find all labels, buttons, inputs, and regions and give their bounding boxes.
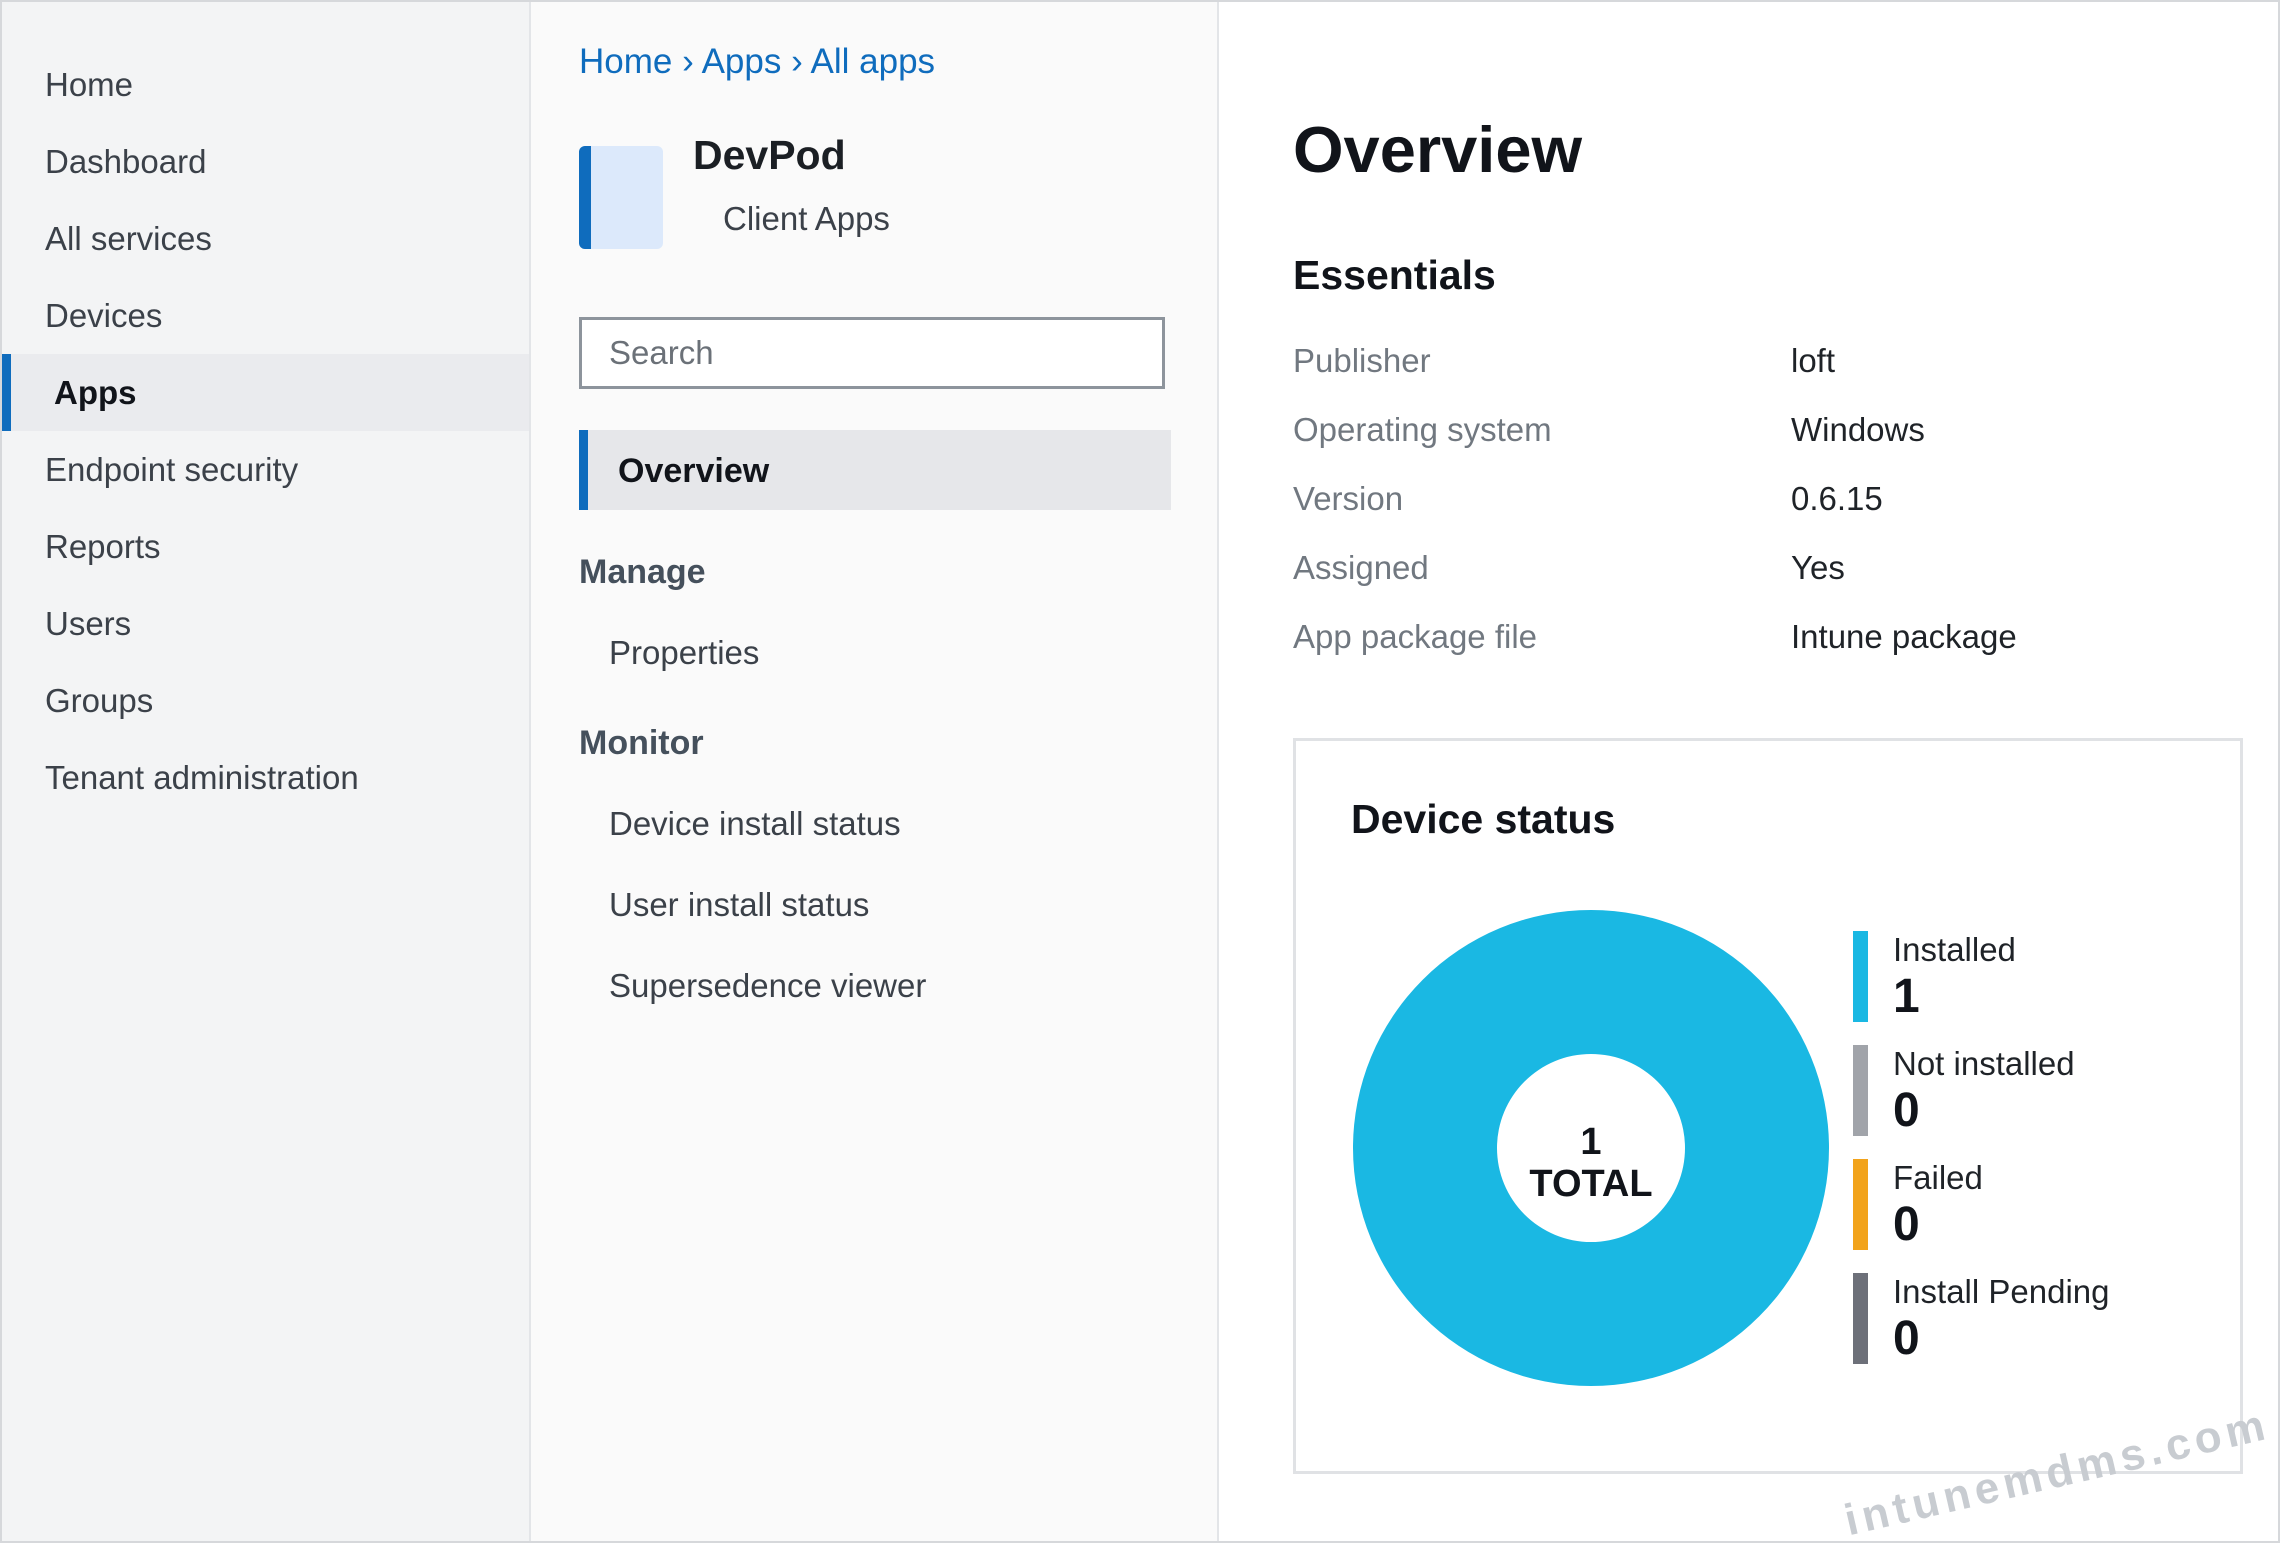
menu-item-label: Overview: [618, 452, 770, 490]
breadcrumb-link-apps[interactable]: Apps: [702, 42, 782, 81]
essentials-value: Yes: [1791, 549, 1845, 586]
essentials-key: Assigned: [1293, 549, 1429, 586]
search-input[interactable]: [582, 320, 1162, 386]
nav-item-all-services[interactable]: All services: [2, 200, 529, 277]
search-box: [579, 317, 1165, 389]
page-title: Overview: [1293, 113, 1583, 186]
active-indicator: [579, 430, 588, 510]
essentials-key: Version: [1293, 480, 1404, 517]
essentials-row-assigned: Assigned Yes: [1293, 549, 2193, 599]
breadcrumb: Home › Apps › All apps: [579, 42, 935, 82]
essentials-row-publisher: Publisher loft: [1293, 342, 2193, 392]
essentials-row-operating-system: Operating system Windows: [1293, 411, 2193, 461]
nav-item-label: Endpoint security: [45, 450, 299, 488]
nav-item-label: Apps: [54, 373, 137, 411]
legend-item-installed[interactable]: Installed 1: [1853, 931, 2213, 1023]
essentials-heading: Essentials: [1293, 252, 1496, 298]
legend-swatch: [1853, 1045, 1868, 1136]
app-icon: [579, 146, 663, 249]
left-navigation: Home Dashboard All services Devices Apps…: [2, 2, 531, 1541]
legend-value: 0: [1893, 1312, 1920, 1365]
menu-item-user-install-status[interactable]: User install status: [609, 886, 869, 924]
nav-item-users[interactable]: Users: [2, 585, 529, 662]
donut-total-label: TOTAL: [1529, 1163, 1652, 1205]
essentials-key: Operating system: [1293, 411, 1552, 448]
essentials-value: loft: [1791, 342, 1836, 379]
app-blade-menu: Home › Apps › All apps DevPod Client App…: [531, 2, 1219, 1541]
essentials-row-version: Version 0.6.15: [1293, 480, 2193, 530]
legend-value: 1: [1893, 970, 1920, 1023]
menu-item-supersedence-viewer[interactable]: Supersedence viewer: [609, 967, 926, 1005]
menu-item-overview[interactable]: Overview: [579, 430, 1171, 510]
legend-item-not-installed[interactable]: Not installed 0: [1853, 1045, 2213, 1137]
breadcrumb-separator: ›: [791, 42, 803, 81]
active-indicator: [2, 354, 11, 431]
overview-pane: Overview Essentials Publisher loft Opera…: [1219, 2, 2278, 1541]
essentials-value: 0.6.15: [1791, 480, 1883, 517]
nav-item-label: Reports: [45, 527, 161, 565]
nav-item-endpoint-security[interactable]: Endpoint security: [2, 431, 529, 508]
nav-item-apps[interactable]: Apps: [2, 354, 529, 431]
legend-label: Failed: [1893, 1159, 1983, 1196]
nav-item-dashboard[interactable]: Dashboard: [2, 123, 529, 200]
legend-label: Not installed: [1893, 1045, 2075, 1082]
device-status-donut-chart: 1 TOTAL: [1353, 910, 1829, 1386]
legend-label: Install Pending: [1893, 1273, 2110, 1310]
section-heading-manage: Manage: [579, 553, 706, 591]
section-heading-monitor: Monitor: [579, 724, 704, 762]
legend-item-install-pending[interactable]: Install Pending 0: [1853, 1273, 2213, 1365]
app-icon-accent: [579, 146, 591, 249]
nav-item-label: All services: [45, 219, 212, 257]
nav-item-label: Devices: [45, 296, 163, 334]
legend-swatch: [1853, 1273, 1868, 1364]
essentials-value: Intune package: [1791, 618, 2017, 655]
legend-value: 0: [1893, 1084, 1920, 1137]
device-status-title: Device status: [1351, 796, 1616, 842]
donut-total-value: 1: [1580, 1121, 1601, 1163]
app-name: DevPod: [693, 132, 846, 178]
nav-item-label: Home: [45, 65, 134, 103]
breadcrumb-link-all-apps[interactable]: All apps: [811, 42, 936, 81]
nav-item-label: Tenant administration: [45, 758, 359, 796]
legend-item-failed[interactable]: Failed 0: [1853, 1159, 2213, 1251]
menu-item-properties[interactable]: Properties: [609, 634, 759, 672]
breadcrumb-link-home[interactable]: Home: [579, 42, 672, 81]
essentials-row-app-package-file: App package file Intune package: [1293, 618, 2193, 668]
app-subtitle: Client Apps: [723, 200, 890, 237]
nav-item-reports[interactable]: Reports: [2, 508, 529, 585]
essentials-key: Publisher: [1293, 342, 1431, 379]
nav-item-devices[interactable]: Devices: [2, 277, 529, 354]
legend-swatch: [1853, 1159, 1868, 1250]
nav-item-groups[interactable]: Groups: [2, 662, 529, 739]
nav-item-label: Groups: [45, 681, 154, 719]
nav-item-tenant-administration[interactable]: Tenant administration: [2, 739, 529, 816]
nav-item-label: Users: [45, 604, 132, 642]
nav-item-home[interactable]: Home: [2, 46, 529, 123]
essentials-key: App package file: [1293, 618, 1538, 655]
device-status-card[interactable]: Device status 1 TOTAL Installed 1 Not in…: [1293, 738, 2243, 1474]
breadcrumb-separator: ›: [682, 42, 694, 81]
legend-value: 0: [1893, 1198, 1920, 1251]
legend-label: Installed: [1893, 931, 2016, 968]
nav-item-label: Dashboard: [45, 142, 207, 180]
menu-item-device-install-status[interactable]: Device install status: [609, 805, 901, 843]
legend-swatch: [1853, 931, 1868, 1022]
essentials-value: Windows: [1791, 411, 1925, 448]
